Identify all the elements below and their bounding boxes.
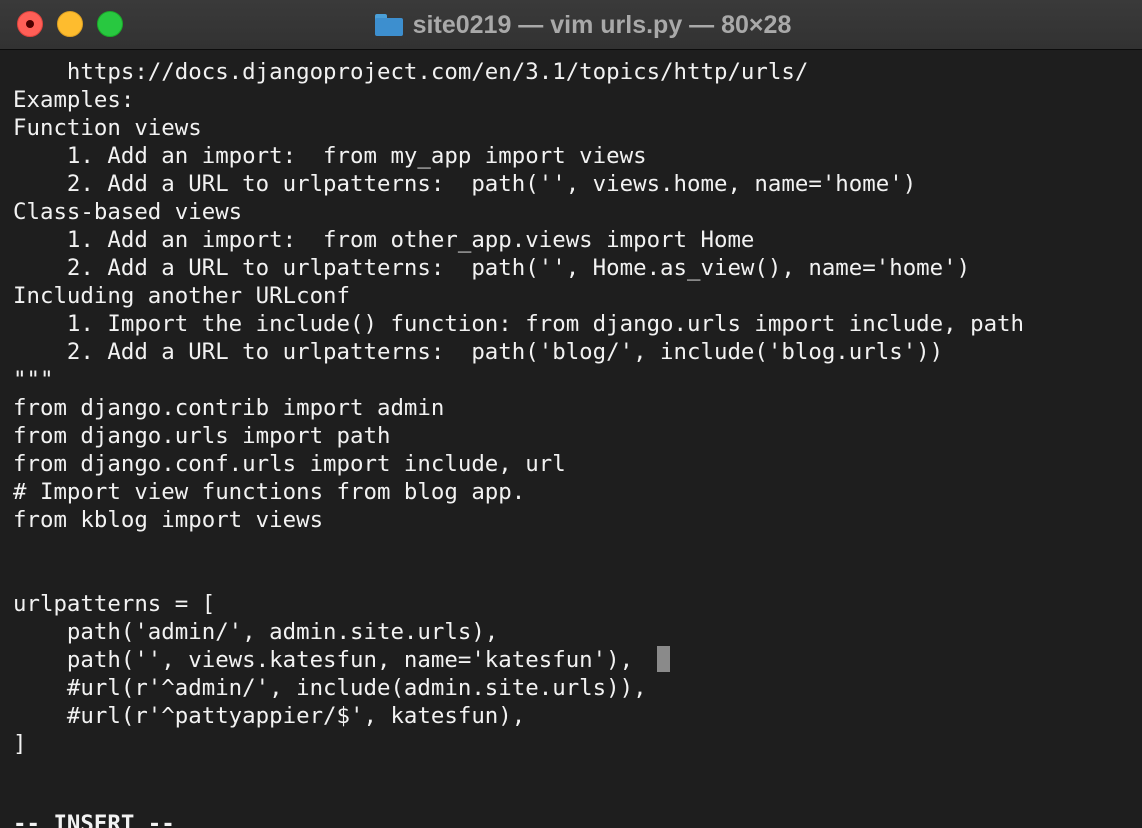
editor-line: # Import view functions from blog app. — [13, 479, 526, 505]
editor-line: https://docs.djangoproject.com/en/3.1/to… — [13, 59, 809, 85]
title-bar[interactable] — [0, 0, 1142, 50]
insert-mode-indicator: -- INSERT -- — [13, 811, 175, 828]
editor-line: 1. Add an import: from my_app import vie… — [13, 143, 647, 169]
editor-line: Examples: — [13, 87, 135, 113]
editor-line: from django.contrib import admin — [13, 395, 445, 421]
minimize-button[interactable] — [57, 11, 83, 37]
editor-line: #url(r'^pattyappier/$', katesfun), — [13, 703, 526, 729]
text-cursor — [657, 646, 670, 672]
close-button[interactable] — [17, 11, 43, 37]
editor-line: from django.urls import path — [13, 423, 391, 449]
editor-line: Including another URLconf — [13, 283, 351, 309]
editor-line: from kblog import views — [13, 507, 324, 533]
zoom-button[interactable] — [97, 11, 123, 37]
editor-line: urlpatterns = [ — [13, 591, 216, 617]
editor-line: 2. Add a URL to urlpatterns: path('', vi… — [13, 171, 917, 197]
editor-line: 2. Add a URL to urlpatterns: path('blog/… — [13, 339, 944, 365]
terminal-window: site0219 — vim urls.py — 80×28 https://d… — [0, 0, 1142, 828]
editor-line: Function views — [13, 115, 202, 141]
editor-line: #url(r'^admin/', include(admin.site.urls… — [13, 675, 647, 701]
editor-line: path('', views.katesfun, name='katesfun'… — [13, 647, 634, 673]
editor-line: 1. Add an import: from other_app.views i… — [13, 227, 755, 253]
editor-line: 1. Import the include() function: from d… — [13, 311, 1025, 337]
editor-line: """ — [13, 367, 54, 393]
editor-line: ] — [13, 731, 27, 757]
vim-editor[interactable]: https://docs.djangoproject.com/en/3.1/to… — [0, 50, 1142, 828]
editor-line: path('admin/', admin.site.urls), — [13, 619, 499, 645]
editor-line: 2. Add a URL to urlpatterns: path('', Ho… — [13, 255, 971, 281]
editor-line: from django.conf.urls import include, ur… — [13, 451, 566, 477]
editor-line: Class-based views — [13, 199, 243, 225]
